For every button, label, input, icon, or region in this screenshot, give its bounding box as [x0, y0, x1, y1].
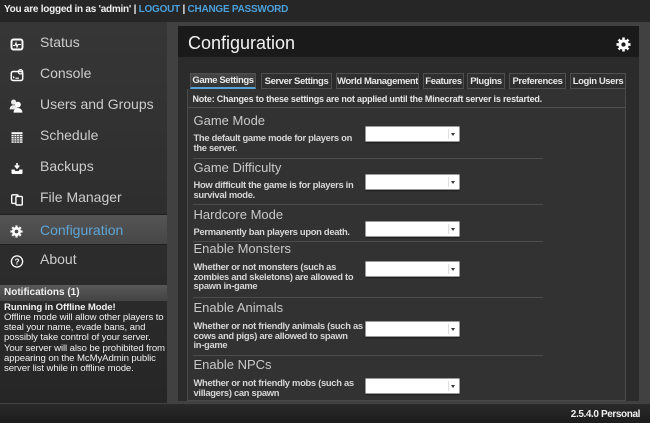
svg-text:?: ? [14, 256, 19, 266]
